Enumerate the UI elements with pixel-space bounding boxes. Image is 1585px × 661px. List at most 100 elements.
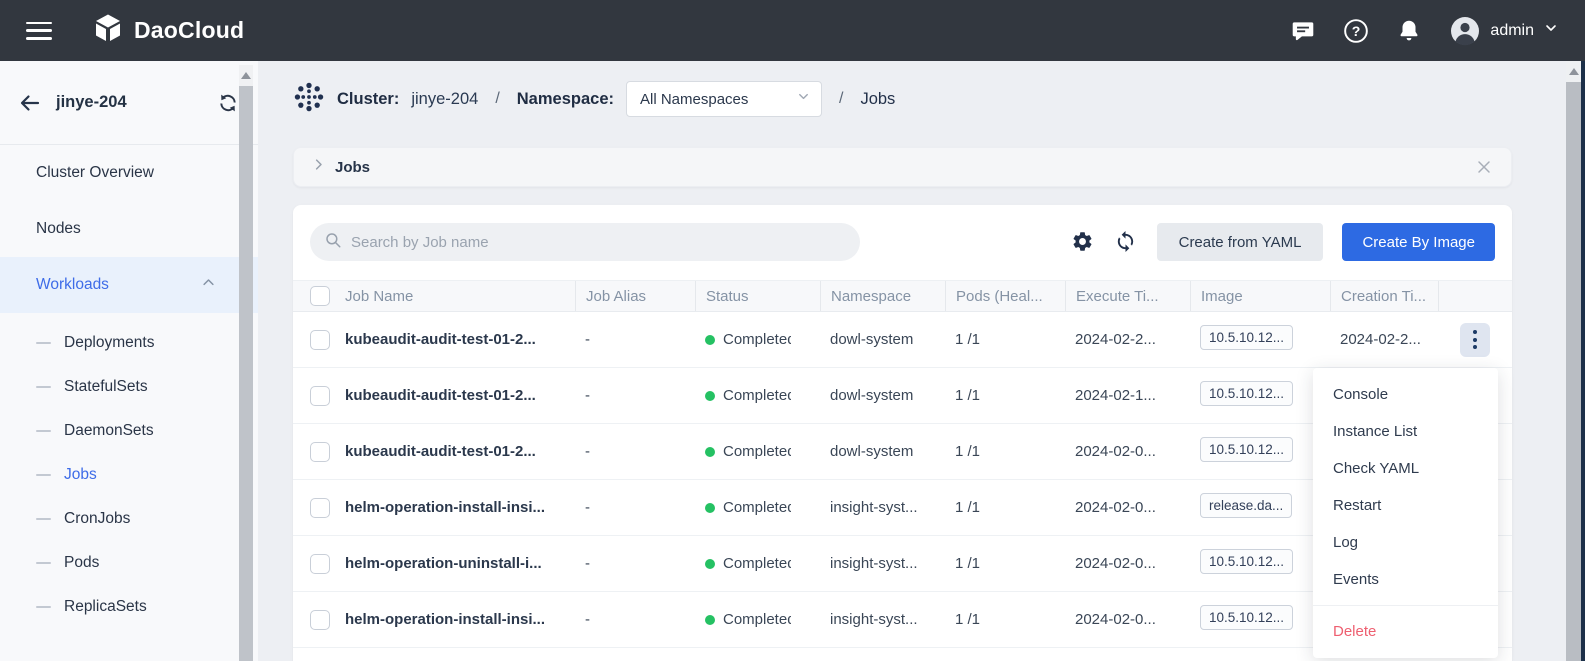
sidebar-item-workloads[interactable]: Workloads <box>0 257 258 313</box>
row-checkbox[interactable] <box>310 442 330 462</box>
status-dot <box>705 335 715 345</box>
daocloud-logo-icon <box>92 12 124 49</box>
sidebar-item-cronjobs[interactable]: CronJobs <box>0 497 258 541</box>
menu-item-events[interactable]: Events <box>1313 561 1498 598</box>
menu-item-delete[interactable]: Delete <box>1313 613 1498 650</box>
window-edge-strip <box>1581 61 1585 661</box>
cluster-value: jinye-204 <box>411 90 478 109</box>
job-name-link[interactable]: kubeaudit-audit-test-01-2... <box>345 331 536 348</box>
sidebar-item-daemonsets[interactable]: DaemonSets <box>0 409 258 453</box>
col-execute-time: Execute Ti... <box>1065 281 1190 311</box>
sidebar-item-replicasets[interactable]: ReplicaSets <box>0 585 258 629</box>
scroll-up-icon[interactable] <box>241 72 251 79</box>
cluster-label: Cluster: <box>337 90 399 109</box>
status-dot <box>705 559 715 569</box>
user-menu[interactable]: admin <box>1449 15 1559 47</box>
menu-item-restart[interactable]: Restart <box>1313 487 1498 524</box>
breadcrumb: Cluster: jinye-204 / Namespace: All Name… <box>293 79 895 119</box>
close-icon[interactable] <box>1474 157 1494 177</box>
status-dot <box>705 447 715 457</box>
row-checkbox[interactable] <box>310 330 330 350</box>
bell-icon[interactable] <box>1396 18 1422 44</box>
image-tag: release.da... <box>1200 493 1292 518</box>
job-name-link[interactable]: helm-operation-install-insi... <box>345 611 545 628</box>
job-name-link[interactable]: kubeaudit-audit-test-01-2... <box>345 387 536 404</box>
menu-item-console[interactable]: Console <box>1313 376 1498 413</box>
sidebar-header: jinye-204 <box>0 61 258 145</box>
job-name-link[interactable]: kubeaudit-audit-test-01-2... <box>345 443 536 460</box>
row-checkbox[interactable] <box>310 498 330 518</box>
search-input[interactable] <box>351 234 846 251</box>
col-image: Image <box>1190 281 1330 311</box>
svg-text:?: ? <box>1352 22 1361 38</box>
dash-icon <box>36 518 51 520</box>
image-tag: 10.5.10.12... <box>1200 381 1293 406</box>
switch-cluster-icon[interactable] <box>216 91 240 115</box>
select-all-checkbox[interactable] <box>310 286 330 306</box>
chevron-down-icon <box>796 89 811 109</box>
sidebar-item-jobs[interactable]: Jobs <box>0 453 258 497</box>
scrollbar-thumb[interactable] <box>239 86 253 661</box>
row-actions-kebab-icon[interactable] <box>1460 323 1490 357</box>
dash-icon <box>36 342 51 344</box>
dash-icon <box>36 606 51 608</box>
col-status: Status <box>695 281 820 311</box>
row-checkbox[interactable] <box>310 554 330 574</box>
help-icon[interactable]: ? <box>1343 18 1369 44</box>
status-text: Completed <box>723 555 791 572</box>
scrollbar-thumb[interactable] <box>1566 82 1581 661</box>
refresh-icon[interactable] <box>1114 230 1138 254</box>
row-checkbox[interactable] <box>310 610 330 630</box>
chevron-down-icon[interactable] <box>1543 20 1559 41</box>
search-box[interactable] <box>310 223 860 261</box>
jobs-tab-bar[interactable]: Jobs <box>293 147 1512 187</box>
main-content: Cluster: jinye-204 / Namespace: All Name… <box>258 61 1585 661</box>
namespace-select[interactable]: All Namespaces <box>626 81 822 117</box>
col-actions <box>1438 281 1512 311</box>
col-namespace: Namespace <box>820 281 945 311</box>
job-name-link[interactable]: helm-operation-uninstall-i... <box>345 555 542 572</box>
page-scrollbar[interactable] <box>1566 61 1581 661</box>
sidebar-scrollbar[interactable] <box>239 65 253 661</box>
dash-icon <box>36 430 51 432</box>
menu-item-check-yaml[interactable]: Check YAML <box>1313 450 1498 487</box>
scroll-up-icon[interactable] <box>1569 68 1579 75</box>
sidebar-item-cluster-overview[interactable]: Cluster Overview <box>0 145 258 201</box>
sidebar-item-pods[interactable]: Pods <box>0 541 258 585</box>
chat-icon[interactable] <box>1290 18 1316 44</box>
breadcrumb-separator: / <box>839 90 843 108</box>
sidebar-item-deployments[interactable]: Deployments <box>0 321 258 365</box>
image-tag: 10.5.10.12... <box>1200 605 1293 630</box>
breadcrumb-page: Jobs <box>860 90 895 109</box>
row-checkbox[interactable] <box>310 386 330 406</box>
menu-item-instance-list[interactable]: Instance List <box>1313 413 1498 450</box>
table-header: Job Name Job Alias Status Namespace Pods… <box>293 280 1512 312</box>
job-name-link[interactable]: helm-operation-install-insi... <box>345 499 545 516</box>
topbar-actions: ? admin <box>1290 15 1559 47</box>
sidebar-nav: Cluster Overview Nodes Workloads Deploym… <box>0 145 258 661</box>
dash-icon <box>36 562 51 564</box>
status-dot <box>705 391 715 401</box>
status-text: Completed <box>723 387 791 404</box>
col-creation-time: Creation Ti... <box>1330 281 1438 311</box>
chevron-right-icon <box>311 157 326 177</box>
sidebar-item-nodes[interactable]: Nodes <box>0 201 258 257</box>
settings-gear-icon[interactable] <box>1071 230 1095 254</box>
create-by-image-button[interactable]: Create By Image <box>1342 223 1495 261</box>
sidebar-item-statefulsets[interactable]: StatefulSets <box>0 365 258 409</box>
menu-icon[interactable] <box>26 22 52 40</box>
image-tag: 10.5.10.12... <box>1200 549 1293 574</box>
status-text: Completed <box>723 331 791 348</box>
status-text: Completed <box>723 611 791 628</box>
sidebar: jinye-204 Cluster Overview Nodes Workloa… <box>0 61 258 661</box>
brand: DaoCloud <box>92 12 244 49</box>
cluster-name: jinye-204 <box>56 93 127 112</box>
avatar[interactable] <box>1449 15 1481 47</box>
table-row: kubeaudit-audit-test-01-2... - Completed… <box>293 312 1512 368</box>
menu-item-log[interactable]: Log <box>1313 524 1498 561</box>
status-dot <box>705 503 715 513</box>
back-arrow-icon[interactable] <box>18 91 42 115</box>
toolbar: Create from YAML Create By Image <box>293 205 1512 261</box>
col-pods: Pods (Heal... <box>945 281 1065 311</box>
create-from-yaml-button[interactable]: Create from YAML <box>1157 223 1324 261</box>
